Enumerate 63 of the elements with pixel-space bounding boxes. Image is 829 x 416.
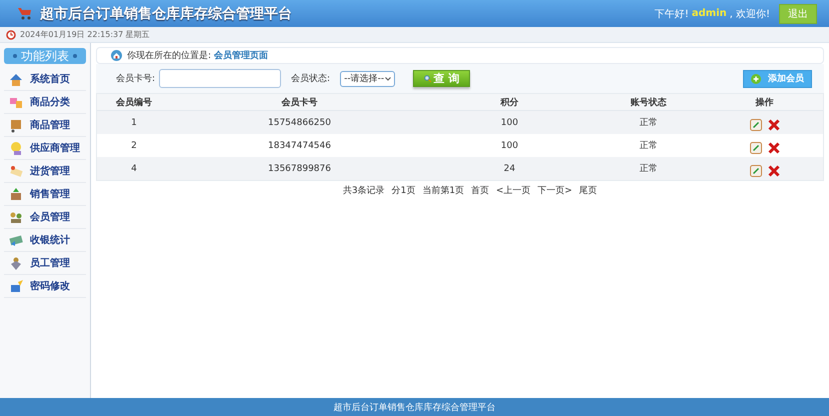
table-cell-text: 正常 <box>638 162 658 175</box>
sidebar-item[interactable]: 销售管理 <box>4 183 86 206</box>
caret-icon <box>385 76 392 80</box>
table-cell-text: 1 <box>130 118 138 128</box>
house-icon <box>8 71 24 87</box>
plus-icon <box>751 74 761 84</box>
edit-icon[interactable] <box>750 142 762 154</box>
page-count: 分1页 <box>392 184 416 197</box>
table-cell-text: 15754866250 <box>267 118 332 128</box>
dot-icon <box>73 54 77 58</box>
edit-icon[interactable] <box>750 164 762 176</box>
delete-icon[interactable] <box>768 164 780 176</box>
sidebar-item[interactable]: 进货管理 <box>4 160 86 183</box>
record-count: 共3条记录 <box>342 184 385 197</box>
breadcrumb-text: 你现在所在的位置是: 会员管理页面 <box>127 50 268 62</box>
table-cell-text: 13567899876 <box>267 164 332 174</box>
member-status-label: 会员状态: <box>291 72 330 85</box>
search-icon <box>424 74 432 82</box>
current-page: 当前第1页 <box>422 184 464 197</box>
column-header: 操作 <box>754 96 774 108</box>
table-cell-text: 正常 <box>638 140 658 152</box>
table-cell-text: 2 <box>130 140 138 150</box>
column-header: 账号状态 <box>630 96 668 108</box>
footer-text: 超市后台订单销售仓库库存综合管理平台 <box>334 402 496 414</box>
pagination-link[interactable]: <上一页 <box>496 184 531 197</box>
column-header: 会员卡号 <box>280 96 318 108</box>
welcome-text: , 欢迎你! <box>730 8 770 20</box>
clock-icon <box>6 30 16 40</box>
pagination-link[interactable]: 首页 <box>471 184 490 197</box>
sidebar-item[interactable]: 商品管理 <box>4 114 86 137</box>
sidebar-item[interactable]: 会员管理 <box>4 206 86 229</box>
sidebar-item[interactable]: 商品分类 <box>4 91 86 114</box>
sidebar-item[interactable]: 密码修改 <box>4 275 86 298</box>
table-cell-text: 100 <box>500 118 520 128</box>
home-icon <box>111 50 122 61</box>
table-cell-text: 100 <box>500 140 520 150</box>
date-time: 2024年01月19日 22:15:37 星期五 <box>20 29 150 40</box>
table-cell-text: 4 <box>130 164 138 174</box>
table-cell-text: 24 <box>502 164 516 174</box>
dot-icon <box>13 54 17 58</box>
sidebar-item[interactable]: 供应商管理 <box>4 137 86 160</box>
sidebar-title: 功能列表 <box>21 48 69 64</box>
status-select[interactable]: --请选择-- <box>340 70 396 86</box>
card-number-field[interactable] <box>159 69 282 88</box>
person-icon <box>8 255 24 271</box>
sidebar-item[interactable]: 收银统计 <box>4 229 86 252</box>
delete-icon[interactable] <box>768 142 780 154</box>
user-name: admin <box>692 8 727 19</box>
sidebar-item[interactable]: 员工管理 <box>4 252 86 275</box>
pagination-link[interactable]: 尾页 <box>579 184 598 197</box>
column-header: 会员编号 <box>115 96 153 108</box>
edit-icon[interactable] <box>750 118 762 130</box>
box-icon <box>8 186 24 202</box>
table-cell-text: 正常 <box>638 116 658 129</box>
card-number-label: 会员卡号: <box>116 72 156 85</box>
sidebar-item[interactable]: 系统首页 <box>4 68 86 91</box>
delete-icon[interactable] <box>768 118 780 130</box>
table-cell-text: 18347474546 <box>267 140 332 150</box>
column-header: 积分 <box>499 96 520 108</box>
pagination-link[interactable]: 下一页> <box>538 184 572 197</box>
bulb-icon <box>8 140 24 156</box>
app-title: 超市后台订单销售仓库库存综合管理平台 <box>40 4 292 22</box>
greeting-text: 下午好! <box>654 8 689 20</box>
